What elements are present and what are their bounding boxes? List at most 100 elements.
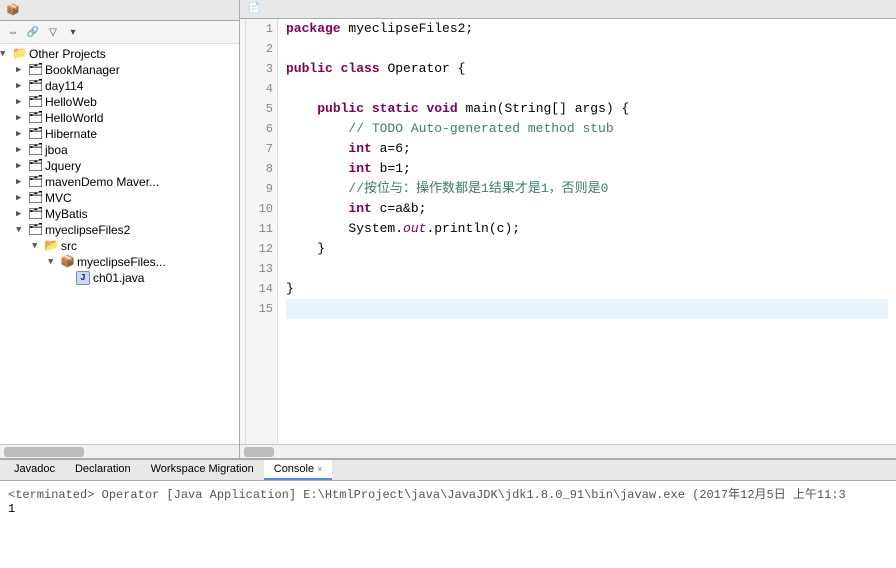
tree-item-mybatis[interactable]: ▶🗂MyBatis (0, 206, 239, 222)
tree-icon-project: 🗂 (28, 111, 42, 125)
bottom-tab-workspace-migration[interactable]: Workspace Migration (141, 460, 264, 480)
code-line-2[interactable] (286, 39, 888, 59)
code-line-1[interactable]: package myeclipseFiles2; (286, 19, 888, 39)
code-line-3[interactable]: public class Operator { (286, 59, 888, 79)
code-line-13[interactable] (286, 259, 888, 279)
tree-arrow[interactable]: ▶ (16, 129, 28, 139)
tree-arrow[interactable]: ▶ (16, 177, 28, 187)
tree-arrow[interactable]: ▶ (16, 97, 28, 107)
tree-arrow[interactable]: ▶ (16, 193, 28, 203)
tree-arrow[interactable]: ▶ (16, 113, 28, 123)
code-line-9[interactable]: //按位与：操作数都是1结果才是1，否则是0 (286, 179, 888, 199)
code-line-11[interactable]: System.out.println(c); (286, 219, 888, 239)
comment-token: //按位与：操作数都是1结果才是1，否则是0 (286, 181, 608, 196)
tree-label: BookManager (45, 63, 120, 77)
tree-item-mvc[interactable]: ▶🗂MVC (0, 190, 239, 206)
code-line-14[interactable]: } (286, 279, 888, 299)
keyword-token: int (348, 141, 371, 156)
tree-item-day114[interactable]: ▶🗂day114 (0, 78, 239, 94)
editor-horizontal-scrollbar[interactable] (240, 444, 896, 458)
tree-arrow[interactable]: ▶ (16, 65, 28, 75)
tree-item-myeclipsefiles-pkg[interactable]: ▼📦myeclipseFiles... (0, 254, 239, 270)
tree-item-helloworld[interactable]: ▶🗂HelloWorld (0, 110, 239, 126)
editor-tab[interactable]: 📄 (240, 0, 896, 19)
tree-icon-project: 🗂 (28, 207, 42, 221)
line-number-4: 4 (250, 79, 273, 99)
bottom-tab-declaration[interactable]: Declaration (65, 460, 141, 480)
plain-token: System. (286, 221, 403, 236)
tree-arrow[interactable]: ▼ (0, 49, 12, 59)
tree-label: mavenDemo Maver... (45, 175, 159, 189)
toolbar-menu[interactable]: ▾ (64, 23, 82, 41)
tree-arrow[interactable]: ▶ (16, 161, 28, 171)
tree-label: HelloWorld (45, 111, 103, 125)
plain-token: b=1; (372, 161, 411, 176)
bottom-tab-label-javadoc: Javadoc (14, 463, 55, 475)
editor-scroll-thumb (244, 447, 274, 457)
toolbar-collapse-all[interactable]: ⇔ (4, 23, 22, 41)
tree-icon-package: 📦 (60, 255, 74, 269)
horizontal-scrollbar[interactable] (0, 444, 239, 458)
tree-arrow[interactable]: ▶ (16, 81, 28, 91)
tree-item-ch01java[interactable]: Jch01.java (0, 270, 239, 286)
plain-token: a=6; (372, 141, 411, 156)
tree-item-myeclipsefiles2[interactable]: ▼🗂myeclipseFiles2 (0, 222, 239, 238)
tree-arrow[interactable]: ▼ (16, 225, 28, 235)
tree-label: Hibernate (45, 127, 97, 141)
tree-label: Jquery (45, 159, 81, 173)
code-line-6[interactable]: // TODO Auto-generated method stub (286, 119, 888, 139)
tree-arrow[interactable]: ▼ (48, 257, 60, 267)
line-number-11: 11 (250, 219, 273, 239)
line-number-12: 12 (250, 239, 273, 259)
package-icon: 📦 (6, 3, 20, 17)
code-line-7[interactable]: int a=6; (286, 139, 888, 159)
code-line-4[interactable] (286, 79, 888, 99)
tree-item-helloweb[interactable]: ▶🗂HelloWeb (0, 94, 239, 110)
line-number-7: 7 (250, 139, 273, 159)
tree-item-other-projects[interactable]: ▼📁Other Projects (0, 46, 239, 62)
code-line-5[interactable]: public static void main(String[] args) { (286, 99, 888, 119)
bottom-tab-close-console[interactable]: × (317, 464, 322, 474)
out-token: out (403, 221, 426, 236)
keyword-token: public (317, 101, 364, 116)
plain-token: } (286, 281, 294, 296)
tree-item-jboa[interactable]: ▶🗂jboa (0, 142, 239, 158)
plain-token (364, 101, 372, 116)
tree-item-jquery[interactable]: ▶🗂Jquery (0, 158, 239, 174)
tree-label: jboa (45, 143, 68, 157)
tree-icon-project: 🗂 (28, 191, 42, 205)
tree-icon-project: 🗂 (28, 143, 42, 157)
tree-icon-project: 🗂 (28, 79, 42, 93)
tree-label: myeclipseFiles2 (45, 223, 130, 237)
toolbar-filter[interactable]: ▽ (44, 23, 62, 41)
bottom-content: <terminated> Operator [Java Application]… (0, 481, 896, 568)
tree-item-bookmanager[interactable]: ▶🗂BookManager (0, 62, 239, 78)
toolbar-link[interactable]: 🔗 (24, 23, 42, 41)
code-line-15[interactable] (286, 299, 888, 319)
line-number-8: 8 (250, 159, 273, 179)
tree-icon-class: J (76, 271, 90, 285)
line-number-13: 13 (250, 259, 273, 279)
tree-item-hibernate[interactable]: ▶🗂Hibernate (0, 126, 239, 142)
keyword-token: int (348, 161, 371, 176)
tree-item-src[interactable]: ▼📂src (0, 238, 239, 254)
package-explorer-tab[interactable]: 📦 (0, 0, 239, 21)
tree-arrow[interactable]: ▶ (16, 209, 28, 219)
code-line-10[interactable]: int c=a&b; (286, 199, 888, 219)
scrollbar-thumb (4, 447, 84, 457)
code-line-12[interactable]: } (286, 239, 888, 259)
tree-label: myeclipseFiles... (77, 255, 166, 269)
code-area[interactable]: package myeclipseFiles2; public class Op… (278, 19, 896, 444)
tree-arrow[interactable]: ▶ (16, 145, 28, 155)
plain-token: Operator { (380, 61, 466, 76)
plain-token: .println(c); (426, 221, 520, 236)
tree-arrow[interactable]: ▼ (32, 241, 44, 251)
code-line-8[interactable]: int b=1; (286, 159, 888, 179)
package-toolbar: ⇔ 🔗 ▽ ▾ (0, 21, 239, 44)
bottom-tab-javadoc[interactable]: Javadoc (4, 460, 65, 480)
tree-icon-src: 📂 (44, 239, 58, 253)
bottom-tab-console[interactable]: Console× (264, 460, 333, 480)
tree-item-mavendemo[interactable]: ▶🗂mavenDemo Maver... (0, 174, 239, 190)
bottom-tab-label-console: Console (274, 463, 314, 475)
plain-token: c=a&b; (372, 201, 427, 216)
